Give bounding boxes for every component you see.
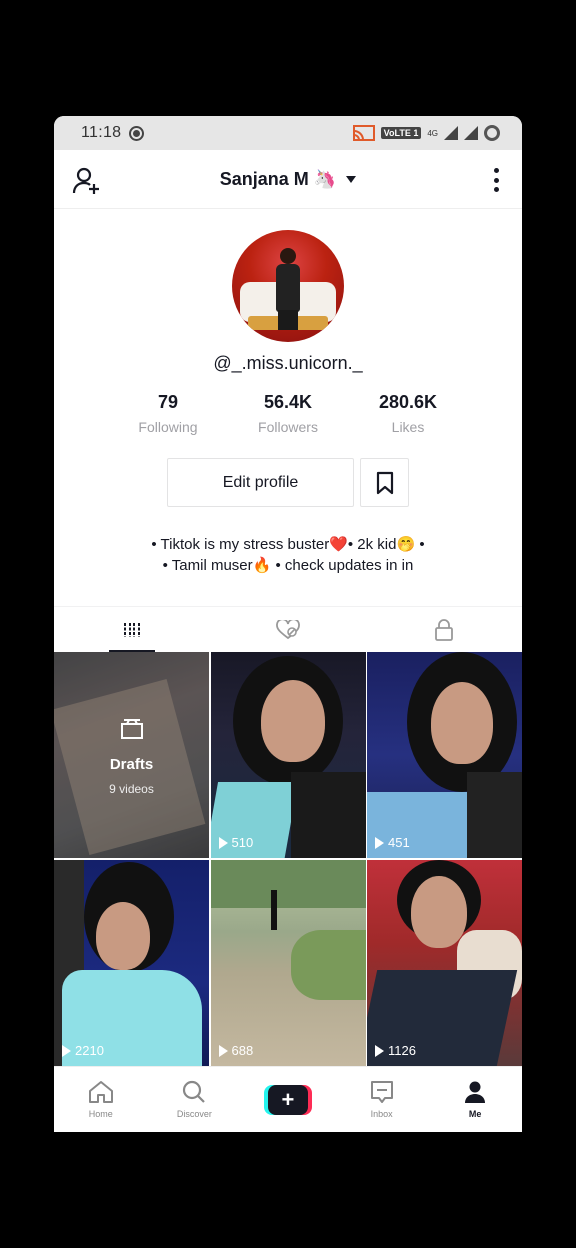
view-count: 510 bbox=[218, 835, 253, 850]
video-thumbnail[interactable]: 510 bbox=[210, 652, 366, 858]
status-bar: 11:18 VoLTE 1 4G bbox=[54, 116, 522, 150]
bottom-nav: Home Discover + Inbox Me bbox=[54, 1066, 522, 1132]
drafts-count: 9 videos bbox=[109, 782, 154, 796]
nav-label: Home bbox=[88, 1109, 113, 1119]
signal-icon bbox=[444, 126, 458, 140]
nav-label: Inbox bbox=[370, 1109, 393, 1119]
bio-line: • Tamil muser🔥 • check updates in in bbox=[162, 557, 414, 574]
video-thumbnail[interactable]: 1126 bbox=[367, 860, 522, 1066]
stat-followers[interactable]: 56.4K Followers bbox=[228, 392, 348, 435]
chevron-down-icon bbox=[346, 175, 357, 183]
stat-label: Followers bbox=[258, 419, 318, 435]
stat-value: 79 bbox=[157, 392, 179, 412]
play-icon bbox=[375, 836, 384, 849]
play-icon bbox=[375, 1044, 384, 1057]
bio-line: • Tiktok is my stress buster❤️• 2k kid🤭 … bbox=[151, 536, 425, 553]
stat-value: 56.4K bbox=[263, 392, 313, 412]
profile-tabs bbox=[54, 606, 522, 652]
view-count: 688 bbox=[218, 1043, 253, 1058]
play-icon bbox=[62, 1044, 71, 1057]
play-icon bbox=[218, 1044, 228, 1057]
drafts-tile[interactable]: Drafts 9 videos bbox=[54, 652, 209, 858]
volte-badge: VoLTE 1 bbox=[380, 127, 422, 139]
profile-bio: • Tiktok is my stress buster❤️• 2k kid🤭 … bbox=[54, 534, 522, 576]
stat-label: Following bbox=[138, 419, 198, 435]
profile-header: Sanjana M 🦄 bbox=[54, 150, 522, 209]
home-icon bbox=[88, 1081, 113, 1103]
view-count: 451 bbox=[375, 835, 410, 850]
video-thumbnail[interactable]: 451 bbox=[367, 652, 522, 858]
nav-label: Discover bbox=[176, 1109, 212, 1119]
profile-handle: @_.miss.unicorn._ bbox=[213, 353, 363, 373]
inbox-icon bbox=[370, 1081, 393, 1103]
add-user-icon[interactable] bbox=[72, 166, 102, 196]
nav-label: Me bbox=[468, 1109, 482, 1119]
network-type: 4G bbox=[427, 128, 438, 138]
nav-inbox[interactable]: Inbox bbox=[335, 1067, 429, 1132]
account-switcher[interactable]: Sanjana M 🦄 bbox=[219, 168, 357, 190]
edit-profile-button[interactable]: Edit profile bbox=[167, 458, 354, 507]
stat-following[interactable]: 79 Following bbox=[108, 392, 228, 435]
status-right: VoLTE 1 4G bbox=[352, 125, 500, 141]
favorites-button[interactable] bbox=[360, 458, 409, 507]
data-saver-icon bbox=[484, 125, 500, 141]
drafts-icon bbox=[121, 719, 143, 739]
signal-icon-2 bbox=[464, 126, 478, 140]
more-options-icon[interactable] bbox=[492, 168, 500, 192]
nav-create[interactable]: + bbox=[241, 1067, 335, 1132]
search-icon bbox=[183, 1080, 206, 1103]
tab-private[interactable] bbox=[366, 607, 522, 652]
view-count: 1126 bbox=[375, 1043, 416, 1058]
username-title: Sanjana M 🦄 bbox=[219, 168, 337, 189]
video-grid: Drafts 9 videos 510 451 2210 688 1126 bbox=[54, 652, 522, 1066]
nav-discover[interactable]: Discover bbox=[148, 1067, 242, 1132]
view-count: 2210 bbox=[62, 1043, 104, 1058]
heart-hidden-icon bbox=[276, 619, 300, 639]
screen-record-icon bbox=[129, 125, 145, 141]
video-thumbnail[interactable]: 2210 bbox=[54, 860, 209, 1066]
avatar[interactable] bbox=[232, 230, 344, 342]
bookmark-icon bbox=[376, 471, 393, 494]
profile-icon bbox=[465, 1081, 486, 1103]
profile-stats: 79 Following 56.4K Followers 280.6K Like… bbox=[108, 392, 468, 435]
nav-home[interactable]: Home bbox=[54, 1067, 148, 1132]
stat-label: Likes bbox=[391, 419, 425, 435]
stat-likes[interactable]: 280.6K Likes bbox=[348, 392, 468, 435]
nav-me[interactable]: Me bbox=[428, 1067, 522, 1132]
lock-icon bbox=[435, 618, 453, 641]
stat-value: 280.6K bbox=[378, 392, 438, 412]
tab-liked[interactable] bbox=[210, 607, 366, 652]
drafts-label: Drafts bbox=[109, 756, 154, 773]
status-time: 11:18 bbox=[81, 124, 122, 141]
cast-icon bbox=[352, 125, 375, 141]
grid-icon bbox=[124, 622, 140, 637]
phone-screen: 11:18 VoLTE 1 4G Sanjana M 🦄 @_.miss.uni… bbox=[54, 116, 522, 1132]
play-icon bbox=[218, 836, 228, 849]
plus-icon: + bbox=[267, 1084, 308, 1115]
create-button[interactable]: + bbox=[263, 1084, 312, 1115]
video-thumbnail[interactable]: 688 bbox=[210, 860, 366, 1066]
tab-videos[interactable] bbox=[54, 607, 210, 652]
